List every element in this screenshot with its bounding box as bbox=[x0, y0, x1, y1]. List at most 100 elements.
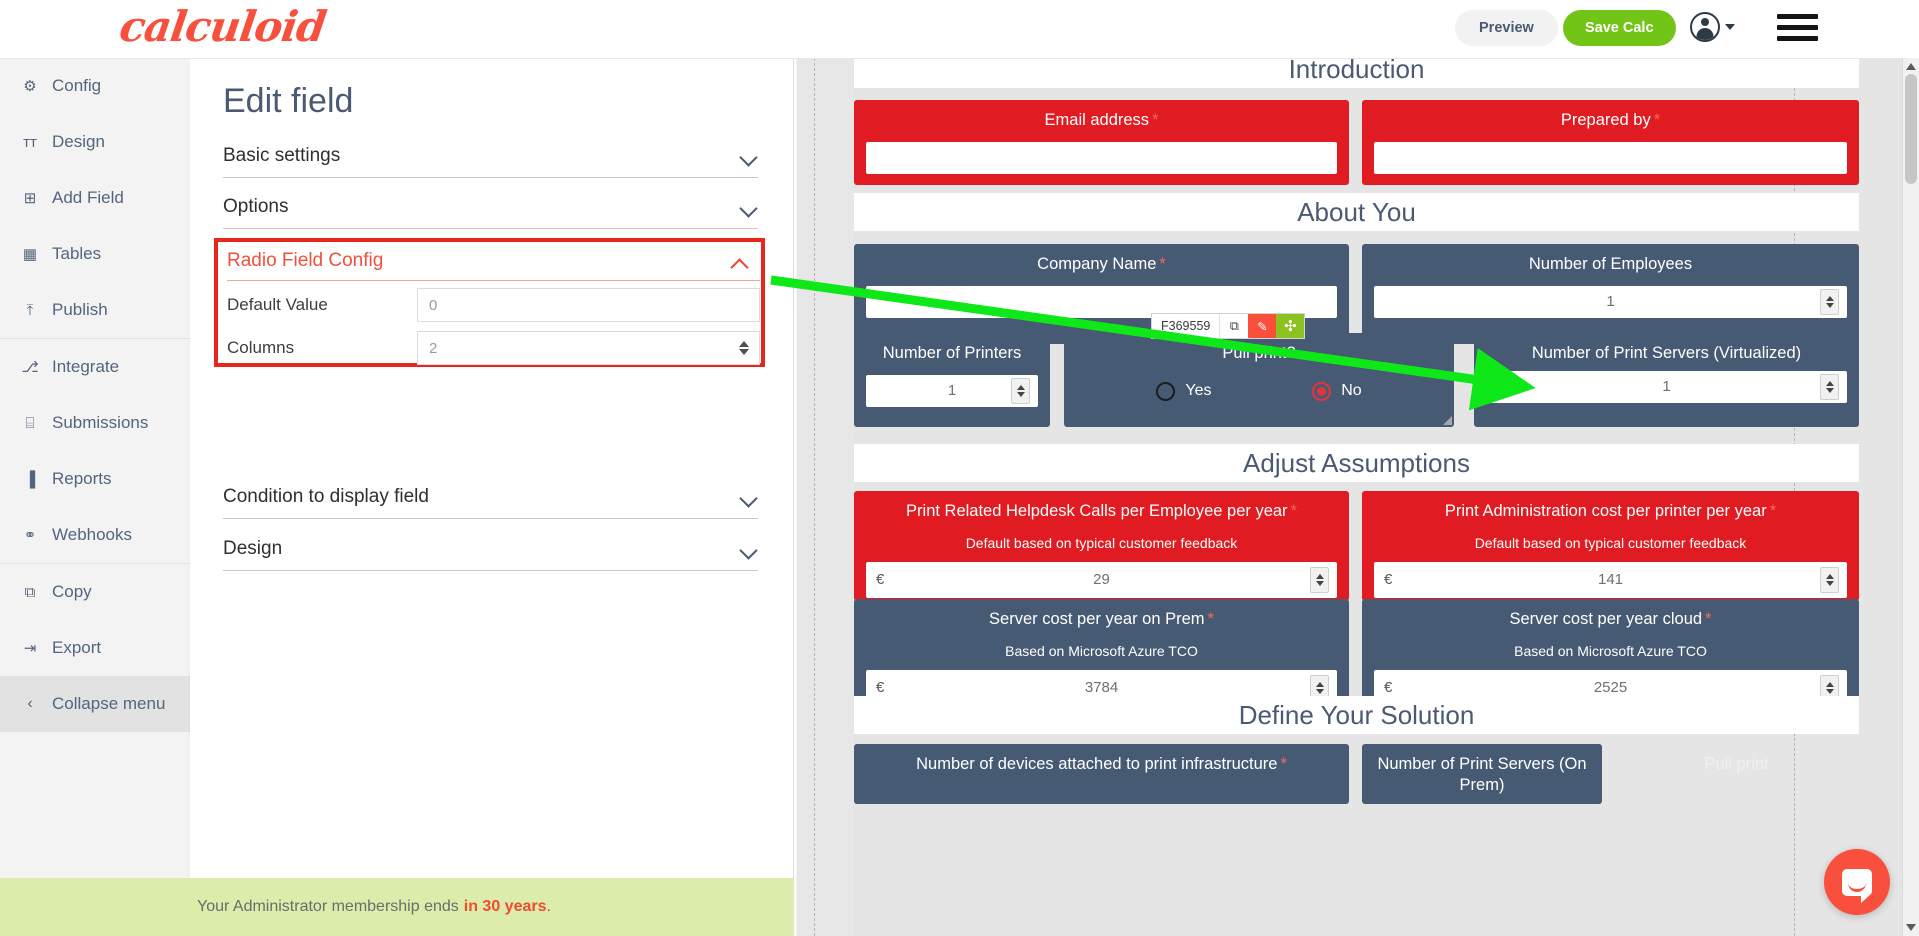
number-of-printers-stepper[interactable] bbox=[1011, 377, 1030, 404]
field-sublabel: Default based on typical customer feedba… bbox=[965, 534, 1238, 551]
pencil-icon[interactable]: ✎ bbox=[1248, 314, 1277, 338]
helpdesk-calls-input[interactable]: € 29 bbox=[866, 561, 1337, 598]
sidebar-item-design[interactable]: ᴛᴛ Design bbox=[0, 114, 190, 170]
sidebar-item-label: Copy bbox=[52, 582, 92, 601]
sidebar-item-copy[interactable]: ⧉ Copy bbox=[0, 564, 190, 620]
field-pull-print-ghost[interactable]: Pull print bbox=[1614, 744, 1859, 804]
field-label: Print Administration cost per printer pe… bbox=[1374, 501, 1847, 522]
accordion-label: Basic settings bbox=[223, 145, 341, 166]
calculoid-app: calculoid Preview Save Calc ⚙ Config ᴛᴛ … bbox=[0, 0, 1919, 936]
chevron-up-icon[interactable] bbox=[731, 254, 749, 272]
radio-label: No bbox=[1341, 382, 1362, 400]
sidebar-item-add-field[interactable]: ⊞ Add Field bbox=[0, 170, 190, 226]
print-servers-virtualized-value: 1 bbox=[1662, 378, 1671, 396]
radio-field-config-title[interactable]: Radio Field Config bbox=[227, 250, 760, 281]
field-number-of-employees[interactable]: Number of Employees 1 bbox=[1362, 244, 1859, 344]
columns-stepper[interactable] bbox=[739, 341, 749, 355]
field-label: Server cost per year on Prem * bbox=[866, 609, 1337, 630]
accordion-condition-to-display-field[interactable]: Condition to display field bbox=[223, 476, 758, 519]
save-calc-button[interactable]: Save Calc bbox=[1563, 10, 1676, 46]
required-asterisk: * bbox=[1769, 502, 1777, 520]
field-number-of-print-servers-virtualized[interactable]: Number of Print Servers (Virtualized) 1 bbox=[1474, 333, 1859, 427]
chat-bubble-icon bbox=[1842, 868, 1872, 903]
field-server-cost-cloud[interactable]: Server cost per year cloud * Based on Mic… bbox=[1362, 599, 1859, 709]
prepared-by-input[interactable] bbox=[1374, 141, 1847, 174]
default-value-input[interactable]: 0 bbox=[417, 288, 760, 322]
scrollbar-thumb[interactable] bbox=[1905, 74, 1917, 184]
sidebar-item-config[interactable]: ⚙ Config bbox=[0, 58, 190, 114]
upload-icon: ⤒ bbox=[26, 301, 34, 319]
edit-field-panel: Edit field Basic settings Options Condit… bbox=[190, 58, 794, 878]
field-server-cost-on-prem[interactable]: Server cost per year on Prem * Based on M… bbox=[854, 599, 1349, 709]
default-value-row: Default Value 0 bbox=[227, 288, 760, 322]
duplicate-icon[interactable]: ⧉ bbox=[1219, 314, 1249, 338]
field-print-administration-cost[interactable]: Print Administration cost per printer pe… bbox=[1362, 491, 1859, 601]
intercom-chat-button[interactable] bbox=[1824, 849, 1890, 915]
print-admin-cost-input[interactable]: € 141 bbox=[1374, 561, 1847, 598]
sidebar-collapse-menu[interactable]: ‹ Collapse menu bbox=[0, 676, 190, 732]
accordion-label: Design bbox=[223, 538, 283, 559]
radio-option-yes[interactable]: Yes bbox=[1156, 381, 1211, 401]
number-of-employees-value: 1 bbox=[1606, 293, 1615, 311]
email-address-input[interactable] bbox=[866, 141, 1337, 174]
section-header-about-you: About You bbox=[854, 193, 1859, 231]
user-menu[interactable] bbox=[1690, 12, 1735, 42]
print-servers-virtualized-stepper[interactable] bbox=[1820, 373, 1839, 400]
vertical-scrollbar[interactable] bbox=[1902, 58, 1919, 936]
accordion-basic-settings[interactable]: Basic settings bbox=[223, 135, 758, 178]
text-format-icon: ᴛᴛ bbox=[23, 133, 37, 151]
sidebar-item-reports[interactable]: ▐ Reports bbox=[0, 451, 190, 507]
field-label-text: Prepared by bbox=[1560, 111, 1651, 129]
sidebar-item-label: Reports bbox=[52, 469, 112, 488]
resize-handle[interactable] bbox=[1443, 416, 1452, 425]
columns-input[interactable]: 2 bbox=[417, 331, 760, 365]
preview-button[interactable]: Preview bbox=[1455, 10, 1558, 46]
accordion-options[interactable]: Options bbox=[223, 186, 758, 229]
helpdesk-calls-stepper[interactable] bbox=[1310, 566, 1329, 593]
field-number-of-printers[interactable]: Number of Printers 1 bbox=[854, 333, 1050, 427]
sidebar-item-label: Submissions bbox=[52, 413, 149, 432]
print-servers-virtualized-input[interactable]: 1 bbox=[1486, 370, 1847, 403]
hamburger-menu-icon[interactable] bbox=[1777, 14, 1818, 44]
scroll-up-arrow[interactable] bbox=[1906, 63, 1916, 70]
server-cost-on-prem-value: 3784 bbox=[1084, 679, 1119, 697]
field-label-text: Company Name bbox=[1037, 255, 1157, 273]
field-print-servers-on-prem[interactable]: Number of Print Servers (On Prem) bbox=[1362, 744, 1602, 804]
field-pull-print[interactable]: Pull print? Yes No bbox=[1064, 333, 1454, 427]
print-admin-cost-value: 141 bbox=[1597, 571, 1624, 589]
field-prepared-by[interactable]: Prepared by * bbox=[1362, 100, 1859, 185]
sidebar-item-publish[interactable]: ⤒ Publish bbox=[0, 282, 190, 338]
section-title: About You bbox=[1297, 196, 1416, 227]
field-email-address[interactable]: Email address * bbox=[854, 100, 1349, 185]
field-label: Prepared by * bbox=[1374, 110, 1847, 131]
field-label-text: Print Related Helpdesk Calls per Employe… bbox=[906, 502, 1288, 520]
field-sublabel: Based on Microsoft Azure TCO bbox=[1514, 642, 1707, 659]
sidebar-item-label: Design bbox=[52, 132, 105, 151]
calculoid-logo[interactable]: calculoid bbox=[117, 2, 329, 51]
accordion-design[interactable]: Design bbox=[223, 528, 758, 571]
number-of-employees-input[interactable]: 1 bbox=[1374, 285, 1847, 318]
field-label-text: Email address bbox=[1044, 111, 1150, 129]
sidebar-item-integrate[interactable]: ⎇ Integrate bbox=[0, 339, 190, 395]
sidebar-item-submissions[interactable]: ⌸ Submissions bbox=[0, 395, 190, 451]
sidebar-item-label: Collapse menu bbox=[52, 694, 166, 713]
sidebar-item-tables[interactable]: ▦ Tables bbox=[0, 226, 190, 282]
radio-icon-selected bbox=[1312, 381, 1332, 401]
radio-icon-unselected bbox=[1156, 381, 1176, 401]
section-title: Define Your Solution bbox=[1238, 699, 1475, 730]
default-value-text: 0 bbox=[429, 296, 438, 314]
share-nodes-icon: ⚭ bbox=[23, 527, 37, 544]
print-admin-cost-stepper[interactable] bbox=[1820, 566, 1839, 593]
number-of-printers-input[interactable]: 1 bbox=[866, 374, 1038, 407]
scroll-down-arrow[interactable] bbox=[1906, 924, 1916, 931]
required-asterisk: * bbox=[1280, 755, 1287, 773]
sidebar-item-export[interactable]: ⇥ Export bbox=[0, 620, 190, 676]
canvas-guide-left bbox=[814, 58, 815, 936]
move-arrows-icon[interactable]: ✣ bbox=[1276, 314, 1305, 338]
field-print-related-helpdesk-calls[interactable]: Print Related Helpdesk Calls per Employe… bbox=[854, 491, 1349, 601]
radio-option-no[interactable]: No bbox=[1312, 381, 1362, 401]
number-of-employees-stepper[interactable] bbox=[1820, 288, 1839, 315]
required-asterisk: * bbox=[1159, 255, 1166, 273]
sidebar-item-webhooks[interactable]: ⚭ Webhooks bbox=[0, 507, 190, 563]
field-devices-attached[interactable]: Number of devices attached to print infr… bbox=[854, 744, 1349, 804]
